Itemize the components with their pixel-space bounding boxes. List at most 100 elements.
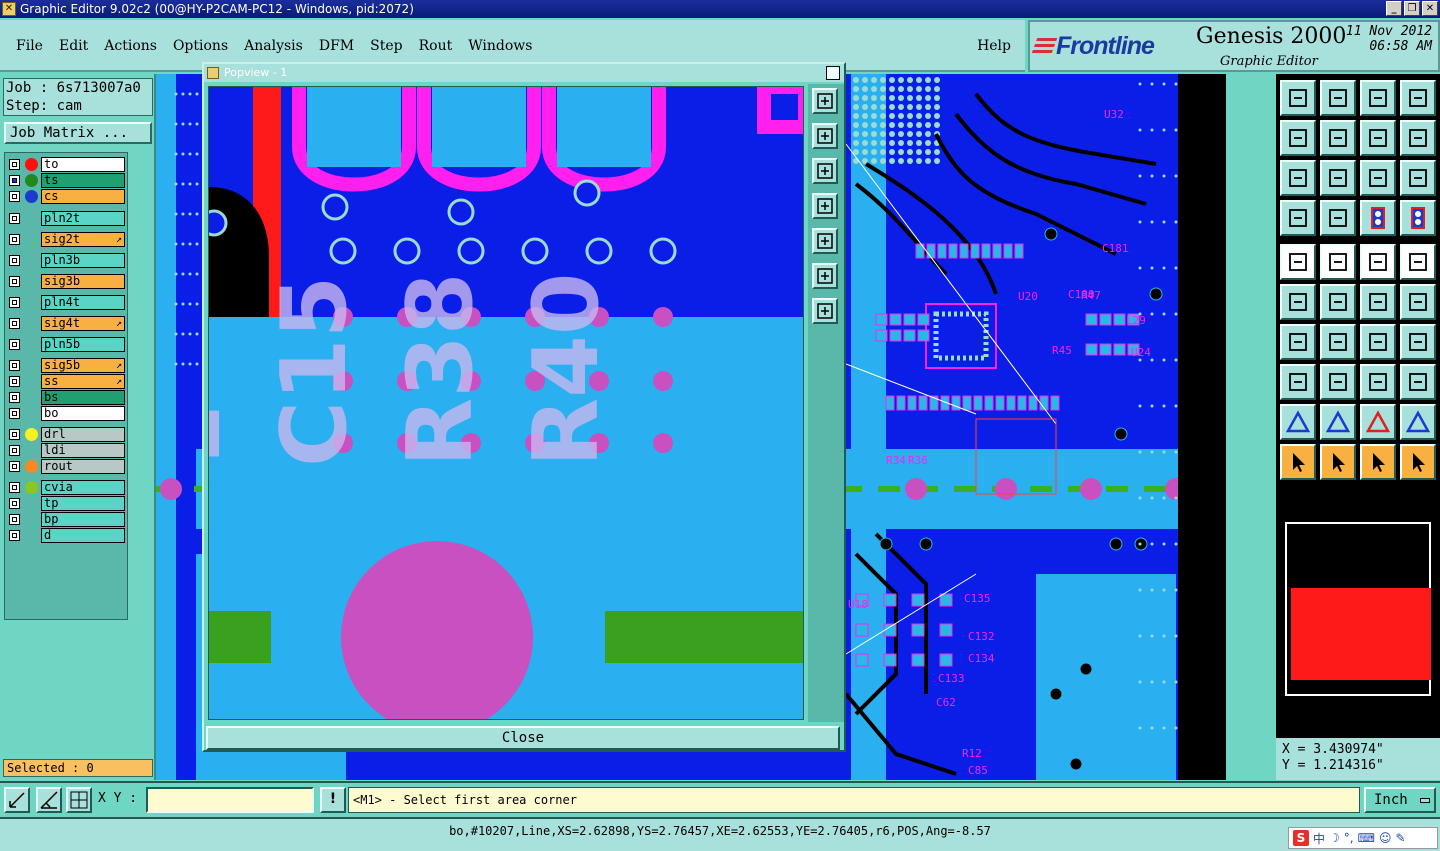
job-matrix-button[interactable]: Job Matrix ... [4,122,152,144]
popview-canvas[interactable]: C15R38R40 1 [208,86,804,720]
cursor-red-icon[interactable] [1320,444,1356,480]
layer-checkbox[interactable] [9,276,20,287]
cross-icon[interactable] [1320,284,1356,320]
arrow-box-icon[interactable] [1360,364,1396,400]
wrench-icon[interactable]: ✎ [1395,831,1405,845]
layer-row-rout[interactable]: rout [7,459,125,474]
layer-row-pln2t[interactable]: pln2t [7,211,125,226]
layer-checkbox[interactable] [9,175,20,186]
square-icon[interactable] [1400,244,1436,280]
center-icon[interactable] [1320,160,1356,196]
menu-dfm[interactable]: DFM [311,38,362,54]
menu-actions[interactable]: Actions [96,38,165,54]
layer-row-drl[interactable]: drl [7,427,125,442]
minimize-button[interactable]: _ [1386,1,1402,16]
xy-input[interactable] [146,787,314,813]
menu-step[interactable]: Step [362,38,410,54]
layer-row-cvia[interactable]: cvia [7,480,125,495]
zoom-in-icon[interactable] [812,263,838,289]
layer-row-pln4t[interactable]: pln4t [7,295,125,310]
swap-icon[interactable] [1360,120,1396,156]
popview-close-icon[interactable]: ✕ [826,66,840,80]
rotate-icon[interactable] [1360,324,1396,360]
layer-checkbox[interactable] [9,429,20,440]
split-icon[interactable] [1400,80,1436,116]
arc-2-icon[interactable] [1400,284,1436,320]
layer-row-cs[interactable]: cs [7,189,125,204]
layer-checkbox[interactable] [9,255,20,266]
layer-checkbox[interactable] [9,191,20,202]
menu-edit[interactable]: Edit [51,38,96,54]
layer-row-d[interactable]: d [7,528,125,543]
layer-row-sig2t[interactable]: sig2t ↗ [7,232,125,247]
sogou-icon[interactable]: S [1293,830,1309,846]
home-icon[interactable] [1360,80,1396,116]
slash-icon[interactable] [1320,324,1356,360]
mirror-icon[interactable] [1400,324,1436,360]
minimap[interactable] [1279,514,1438,704]
layer-checkbox[interactable] [9,297,20,308]
ime-toolbar[interactable]: S 中 ☽ °, ⌨ ☺ ✎ [1288,827,1438,849]
triangle-icon[interactable] [1280,404,1316,440]
layer-row-pln3b[interactable]: pln3b [7,253,125,268]
layer-red-icon[interactable] [1360,200,1396,236]
layer-checkbox[interactable] [9,376,20,387]
layer-red-2-icon[interactable] [1400,200,1436,236]
line-mid-icon[interactable] [1320,364,1356,400]
menu-options[interactable]: Options [165,38,236,54]
arc-icon[interactable] [1360,284,1396,320]
layer-row-sig3b[interactable]: sig3b [7,274,125,289]
menu-rout[interactable]: Rout [411,38,461,54]
node-icon[interactable] [1280,284,1316,320]
layer-row-bp[interactable]: bp [7,512,125,527]
close-window-button[interactable]: ✕ [1422,1,1438,16]
layer-checkbox[interactable] [9,392,20,403]
grid-view-icon[interactable] [1320,200,1356,236]
pan-left-icon[interactable] [812,193,838,219]
pan-up-icon[interactable] [812,123,838,149]
layer-checkbox[interactable] [9,445,20,456]
message-button[interactable]: ! [320,787,346,813]
layer-checkbox[interactable] [9,360,20,371]
layer-row-bs[interactable]: bs [7,390,125,405]
line-icon[interactable] [1320,244,1356,280]
layer-checkbox[interactable] [9,530,20,541]
cursor-icon[interactable] [1280,444,1316,480]
popview-close-button[interactable]: Close [206,726,840,750]
layer-checkbox[interactable] [9,408,20,419]
triangle-slash-icon[interactable] [1400,404,1436,440]
layer-row-tp[interactable]: tp [7,496,125,511]
layer-checkbox[interactable] [9,318,20,329]
one-to-one-icon[interactable] [1360,160,1396,196]
layer-row-ts[interactable]: ts [7,173,125,188]
home-top-icon[interactable] [1280,80,1316,116]
help-icon[interactable] [1400,160,1436,196]
layer-row-to[interactable]: to [7,157,125,172]
triangle-red-icon[interactable] [1360,404,1396,440]
cursor-node-icon[interactable] [1400,444,1436,480]
ruler-icon[interactable] [1360,244,1396,280]
punctuation-icon[interactable]: °, [1344,831,1354,845]
layer-checkbox[interactable] [9,159,20,170]
layer-row-pln5b[interactable]: pln5b [7,337,125,352]
menu-analysis[interactable]: Analysis [236,38,311,54]
menu-file[interactable]: File [8,38,51,54]
layer-row-sig5b[interactable]: sig5b ↗ [7,358,125,373]
snap-icon[interactable] [4,787,30,813]
zoom-out-icon[interactable] [812,298,838,324]
zoom-fit-icon[interactable] [812,88,838,114]
cursor-box-icon[interactable] [1360,444,1396,480]
layer-checkbox[interactable] [9,498,20,509]
angle-icon[interactable] [1280,324,1316,360]
config-icon[interactable] [1280,200,1316,236]
left-icon[interactable] [1280,120,1316,156]
layer-checkbox[interactable] [9,234,20,245]
layer-row-ldi[interactable]: ldi [7,443,125,458]
chinese-input-icon[interactable]: 中 [1313,830,1325,847]
layer-row-sig4t[interactable]: sig4t ↗ [7,316,125,331]
layer-checkbox[interactable] [9,339,20,350]
pan-down-icon[interactable] [812,158,838,184]
pan-right-icon[interactable] [812,228,838,254]
layer-checkbox[interactable] [9,482,20,493]
menu-help[interactable]: Help [977,38,1011,54]
